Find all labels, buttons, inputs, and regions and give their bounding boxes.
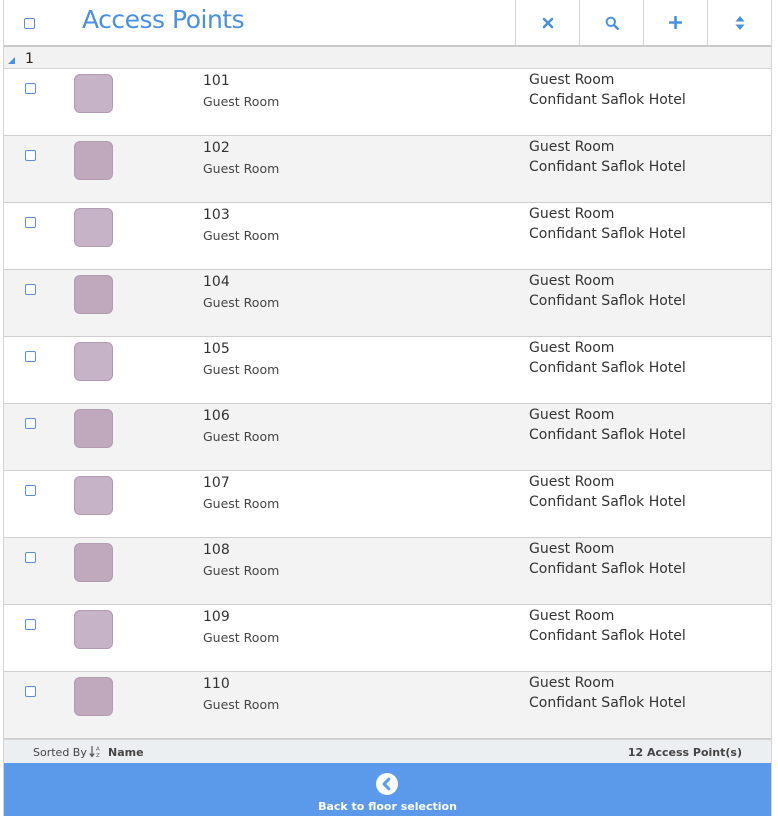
access-point-subtitle: Guest Room (203, 630, 280, 645)
back-to-floor-button[interactable]: Back to floor selection (4, 763, 771, 816)
access-point-hotel: Confidant Saflok Hotel (529, 494, 686, 510)
access-point-thumbnail (74, 543, 113, 582)
access-point-hotel: Confidant Saflok Hotel (529, 293, 686, 309)
list-item[interactable]: 102 Guest Room Guest Room Confidant Safl… (4, 136, 771, 203)
access-point-type: Guest Room (529, 206, 615, 222)
access-point-type: Guest Room (529, 541, 615, 557)
access-point-hotel: Confidant Saflok Hotel (529, 427, 686, 443)
clear-button[interactable] (515, 0, 579, 45)
access-point-count: 12 Access Point(s) (627, 746, 742, 759)
access-point-thumbnail (74, 74, 113, 113)
back-label: Back to floor selection (318, 800, 457, 813)
sort-button[interactable] (707, 0, 771, 45)
access-point-hotel: Confidant Saflok Hotel (529, 92, 686, 108)
access-point-subtitle: Guest Room (203, 429, 280, 444)
list-footer: Sorted By A Z Name 12 Access Point(s) (4, 739, 771, 763)
access-point-thumbnail (74, 677, 113, 716)
access-point-thumbnail (74, 409, 113, 448)
access-point-subtitle: Guest Room (203, 228, 280, 243)
access-point-thumbnail (74, 476, 113, 515)
access-point-name: 107 (203, 475, 230, 491)
access-point-hotel: Confidant Saflok Hotel (529, 628, 686, 644)
access-points-panel: Access Points 1 101 Guest Room Guest Roo… (3, 0, 772, 816)
access-point-name: 105 (203, 341, 230, 357)
access-point-name: 104 (203, 274, 230, 290)
access-point-subtitle: Guest Room (203, 563, 280, 578)
list-item[interactable]: 104 Guest Room Guest Room Confidant Safl… (4, 270, 771, 337)
row-checkbox[interactable] (25, 619, 36, 630)
access-point-thumbnail (74, 342, 113, 381)
chevron-left-circle-icon (376, 773, 398, 795)
access-point-subtitle: Guest Room (203, 295, 280, 310)
list-item[interactable]: 107 Guest Room Guest Room Confidant Safl… (4, 471, 771, 538)
row-checkbox[interactable] (25, 284, 36, 295)
row-checkbox[interactable] (25, 83, 36, 94)
access-point-list: 101 Guest Room Guest Room Confidant Safl… (4, 69, 771, 739)
list-item[interactable]: 106 Guest Room Guest Room Confidant Safl… (4, 404, 771, 471)
access-point-hotel: Confidant Saflok Hotel (529, 159, 686, 175)
access-point-thumbnail (74, 141, 113, 180)
access-point-type: Guest Room (529, 273, 615, 289)
row-checkbox[interactable] (25, 217, 36, 228)
access-point-name: 106 (203, 408, 230, 424)
access-point-hotel: Confidant Saflok Hotel (529, 561, 686, 577)
access-point-subtitle: Guest Room (203, 94, 280, 109)
row-checkbox[interactable] (25, 150, 36, 161)
list-item[interactable]: 109 Guest Room Guest Room Confidant Safl… (4, 605, 771, 672)
access-point-type: Guest Room (529, 407, 615, 423)
access-point-hotel: Confidant Saflok Hotel (529, 226, 686, 242)
row-checkbox[interactable] (25, 552, 36, 563)
access-point-type: Guest Room (529, 340, 615, 356)
access-point-subtitle: Guest Room (203, 496, 280, 511)
access-point-type: Guest Room (529, 72, 615, 88)
group-header[interactable]: 1 (4, 47, 771, 69)
access-point-thumbnail (74, 610, 113, 649)
search-icon (605, 16, 619, 30)
list-item[interactable]: 108 Guest Room Guest Room Confidant Safl… (4, 538, 771, 605)
access-point-type: Guest Room (529, 675, 615, 691)
access-point-name: 110 (203, 676, 230, 692)
svg-text:Z: Z (96, 753, 100, 758)
add-button[interactable] (643, 0, 707, 45)
page-title: Access Points (82, 5, 245, 34)
access-point-name: 109 (203, 609, 230, 625)
sort-ascending-icon: A Z (89, 746, 100, 758)
access-point-type: Guest Room (529, 474, 615, 490)
select-all-checkbox[interactable] (24, 14, 35, 33)
search-button[interactable] (579, 0, 643, 45)
group-label: 1 (25, 51, 34, 67)
access-point-subtitle: Guest Room (203, 697, 280, 712)
access-point-subtitle: Guest Room (203, 362, 280, 377)
access-point-type: Guest Room (529, 139, 615, 155)
sort-field-label[interactable]: Name (108, 746, 144, 759)
sorted-by-label: Sorted By (33, 746, 87, 759)
list-item[interactable]: 103 Guest Room Guest Room Confidant Safl… (4, 203, 771, 270)
row-checkbox[interactable] (25, 418, 36, 429)
access-point-name: 102 (203, 140, 230, 156)
row-checkbox[interactable] (25, 686, 36, 697)
plus-icon (669, 16, 682, 29)
list-item[interactable]: 110 Guest Room Guest Room Confidant Safl… (4, 672, 771, 739)
svg-text:A: A (96, 747, 100, 753)
access-point-hotel: Confidant Saflok Hotel (529, 360, 686, 376)
access-point-type: Guest Room (529, 608, 615, 624)
access-point-subtitle: Guest Room (203, 161, 280, 176)
close-icon (542, 17, 553, 28)
access-point-name: 108 (203, 542, 230, 558)
access-point-name: 103 (203, 207, 230, 223)
collapse-triangle-icon[interactable] (8, 57, 16, 65)
row-checkbox[interactable] (25, 351, 36, 362)
access-point-hotel: Confidant Saflok Hotel (529, 695, 686, 711)
list-item[interactable]: 101 Guest Room Guest Room Confidant Safl… (4, 69, 771, 136)
row-checkbox[interactable] (25, 485, 36, 496)
access-point-thumbnail (74, 208, 113, 247)
panel-header: Access Points (4, 0, 771, 47)
access-point-name: 101 (203, 73, 230, 89)
access-point-thumbnail (74, 275, 113, 314)
list-item[interactable]: 105 Guest Room Guest Room Confidant Safl… (4, 337, 771, 404)
sort-icon (735, 15, 744, 30)
